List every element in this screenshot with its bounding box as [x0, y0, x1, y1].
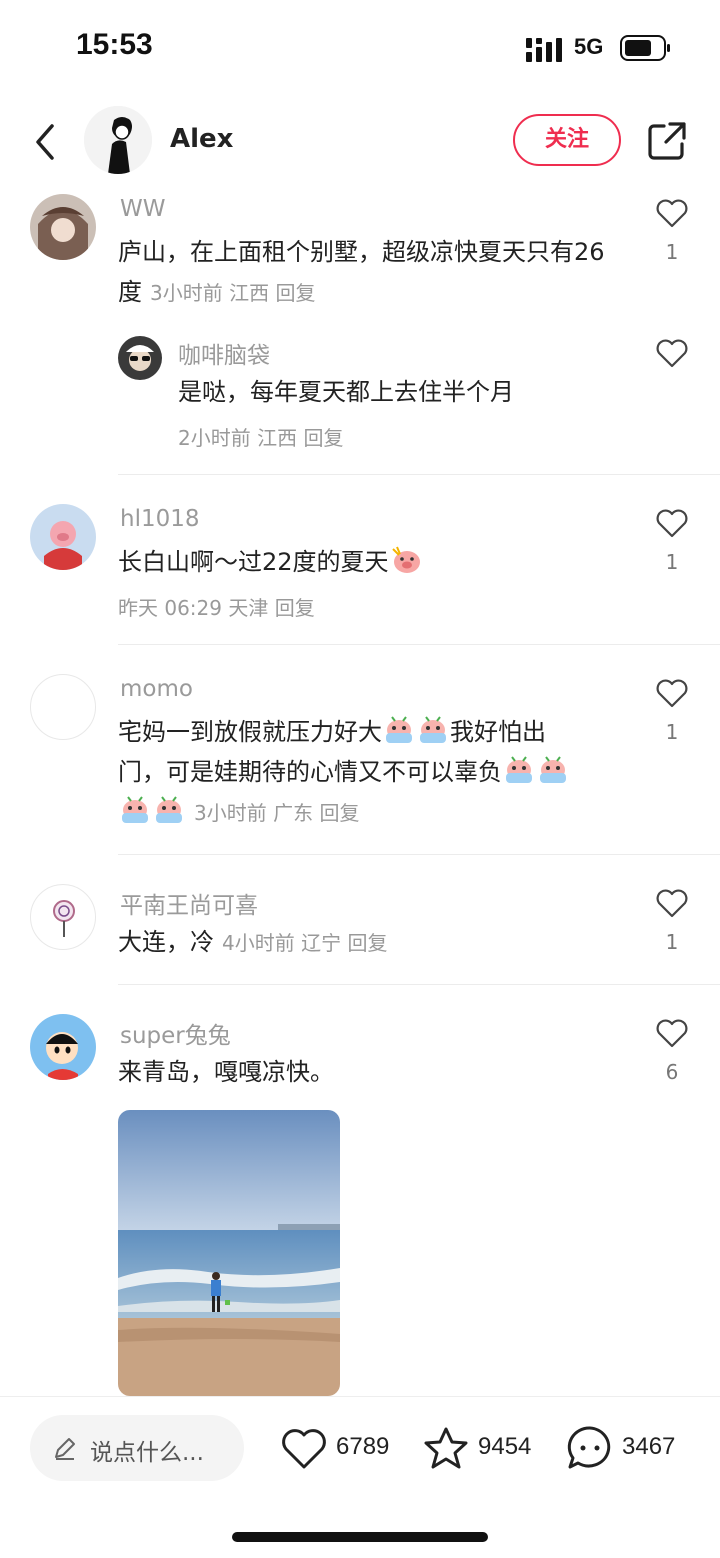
comment-username[interactable]: momo: [120, 676, 193, 702]
heart-icon[interactable]: [655, 508, 689, 538]
comment-text: 宅妈一到放假就压力好大 我好怕出 门，可是娃期待的心情又不可以辜负 3小时前 广东…: [118, 712, 608, 833]
avatar-illustration: [30, 1014, 96, 1080]
comment-content: 长白山啊～过22度的夏天: [118, 548, 389, 576]
crying-pig-emoji-icon: [156, 796, 182, 823]
like-count: 1: [665, 930, 679, 954]
status-time: 15:53: [76, 28, 153, 61]
reply-user-avatar[interactable]: [118, 336, 162, 380]
battery-icon: [620, 35, 670, 61]
status-bar: 15:53 5G: [0, 0, 720, 96]
author-avatar-illustration: [84, 106, 152, 174]
comment-content-3: 门，可是娃期待的心情又不可以辜负: [118, 758, 502, 786]
heart-icon[interactable]: [655, 888, 689, 918]
comment-text: 大连，冷 4小时前 辽宁 回复: [118, 922, 608, 963]
comment-button[interactable]: 3467: [566, 1425, 690, 1473]
pencil-icon: [55, 1438, 75, 1460]
follow-button[interactable]: 关注: [513, 114, 621, 166]
comment-input[interactable]: 说点什么...: [30, 1415, 244, 1481]
crying-pig-emoji-icon: [122, 796, 148, 823]
divider: [118, 984, 720, 985]
reply-meta[interactable]: 2小时前 江西 回复: [178, 422, 343, 451]
avatar-illustration: [30, 194, 96, 260]
comment-total: 3467: [622, 1433, 676, 1460]
author-name[interactable]: Alex: [170, 124, 233, 154]
crying-pig-emoji-icon: [420, 716, 446, 743]
user-avatar[interactable]: [30, 674, 96, 740]
like-count: 6: [665, 1060, 679, 1084]
network-type: 5G: [574, 34, 604, 59]
signal-icon: [526, 38, 562, 62]
like-count: 1: [665, 550, 679, 574]
avatar-illustration: [118, 336, 162, 380]
comment-meta[interactable]: 昨天 06:29 天津 回复: [118, 592, 315, 621]
comment-photo[interactable]: [118, 1110, 340, 1396]
author-avatar[interactable]: [84, 106, 152, 174]
comment-text: 长白山啊～过22度的夏天: [118, 542, 608, 582]
pig-emoji-icon: [391, 546, 420, 573]
like-button[interactable]: 6789: [280, 1425, 404, 1473]
crying-pig-emoji-icon: [386, 716, 412, 743]
comment-content-2: 我好怕出: [450, 718, 546, 746]
reply-text: 是哒，每年夏天都上去住半个月: [178, 378, 514, 406]
comment-text: 来青岛，嘎嘎凉快。: [118, 1058, 334, 1086]
heart-icon[interactable]: [655, 198, 689, 228]
lollipop-avatar-illustration: [53, 900, 75, 937]
comment-content: 大连，冷: [118, 928, 214, 956]
comment-username[interactable]: hl1018: [120, 506, 200, 532]
avatar-illustration: [30, 504, 96, 570]
home-indicator[interactable]: [232, 1532, 488, 1542]
back-arrow-icon[interactable]: [30, 122, 60, 162]
comment-input-placeholder: 说点什么...: [90, 1440, 204, 1466]
divider: [118, 644, 720, 645]
heart-icon[interactable]: [655, 678, 689, 708]
like-count: 1: [665, 720, 679, 744]
comment-text: 庐山，在上面租个别墅，超级凉快夏天只有26度 3小时前 江西 回复: [118, 232, 608, 313]
divider: [118, 474, 720, 475]
star-icon: [424, 1427, 468, 1469]
comment-content-1: 宅妈一到放假就压力好大: [118, 718, 382, 746]
user-avatar[interactable]: [30, 194, 96, 260]
comment-username[interactable]: 平南王尚可喜: [120, 886, 258, 920]
heart-icon[interactable]: [655, 1018, 689, 1048]
comment-meta[interactable]: 4小时前 辽宁 回复: [222, 931, 387, 955]
beach-photo-illustration: [118, 1110, 340, 1396]
user-avatar[interactable]: [30, 884, 96, 950]
comment-username[interactable]: super兔兔: [120, 1016, 231, 1050]
crying-pig-emoji-icon: [540, 756, 566, 783]
user-avatar[interactable]: [30, 1014, 96, 1080]
like-count: 1: [665, 240, 679, 264]
crying-pig-emoji-icon: [506, 756, 532, 783]
like-total: 6789: [336, 1433, 390, 1460]
favorite-button[interactable]: 9454: [422, 1425, 548, 1473]
post-header: Alex 关注: [0, 100, 720, 182]
comment-meta[interactable]: 3小时前 江西 回复: [150, 281, 315, 305]
share-icon[interactable]: [646, 120, 688, 162]
chat-bubble-icon: [567, 1426, 611, 1469]
reply-username[interactable]: 咖啡脑袋: [178, 336, 270, 370]
heart-icon: [282, 1429, 326, 1469]
divider: [118, 854, 720, 855]
comment-username[interactable]: WW: [120, 196, 165, 222]
comment-meta[interactable]: 3小时前 广东 回复: [194, 801, 359, 825]
user-avatar[interactable]: [30, 504, 96, 570]
favorite-total: 9454: [478, 1433, 532, 1460]
heart-icon[interactable]: [655, 338, 689, 368]
